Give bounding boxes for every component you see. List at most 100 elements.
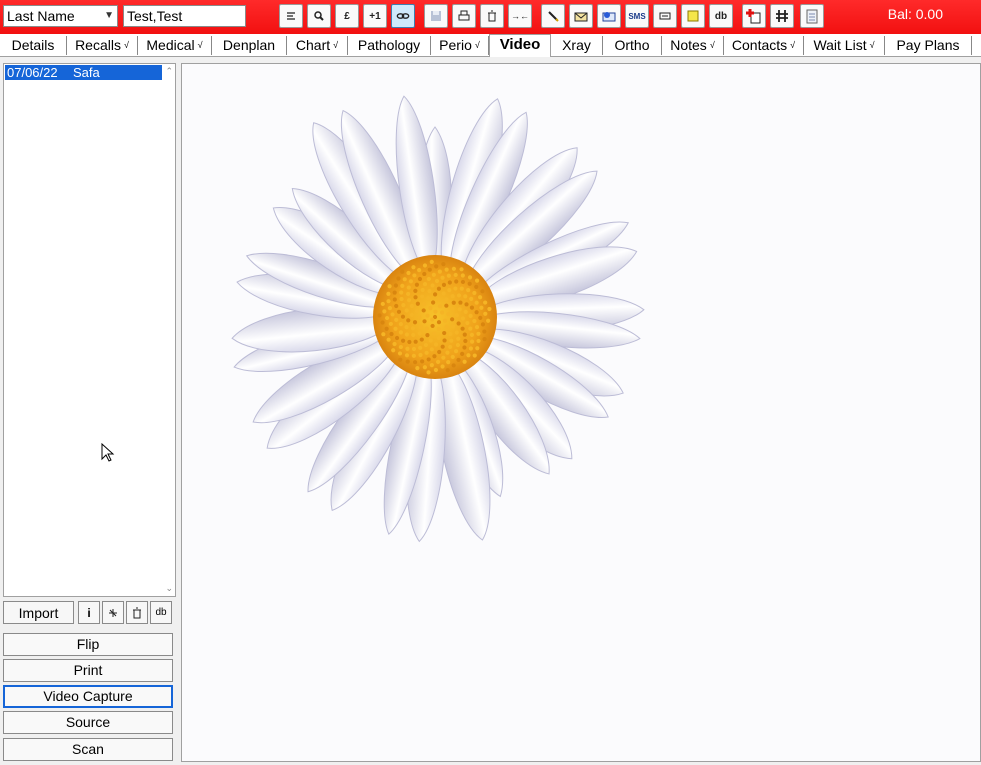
- tab-label: Xray: [562, 37, 591, 53]
- daisy-seed: [447, 288, 452, 293]
- daisy-seed: [423, 342, 429, 348]
- letter-button[interactable]: [569, 4, 593, 28]
- image-viewer[interactable]: [181, 63, 981, 762]
- daisy-seed: [455, 342, 461, 348]
- tab-label: Chart: [295, 37, 331, 53]
- rename-button[interactable]: [102, 601, 124, 624]
- video-list[interactable]: 07/06/22 Safa ⌃ ⌄: [3, 63, 176, 597]
- daisy-seed: [474, 278, 480, 283]
- plus-one-button[interactable]: +1: [363, 4, 387, 28]
- daisy-seed: [436, 326, 441, 332]
- merge-button[interactable]: →←: [508, 4, 532, 28]
- daisy-seed: [468, 313, 473, 318]
- tab-label: Wait List: [813, 37, 867, 53]
- daisy-seed: [483, 311, 488, 316]
- list-item[interactable]: 07/06/22 Safa: [5, 65, 162, 80]
- daisy-seed: [417, 267, 422, 273]
- medical-alert-button[interactable]: [742, 4, 766, 28]
- tab-chart[interactable]: Chart √: [287, 36, 348, 55]
- daisy-seed: [434, 278, 440, 284]
- database-video-button[interactable]: db: [150, 601, 172, 624]
- tab-pay-plans[interactable]: Pay Plans: [885, 36, 972, 55]
- daisy-seed: [410, 326, 416, 331]
- letter-icon: [574, 12, 588, 22]
- daisy-seed: [444, 297, 449, 302]
- daisy-seed: [394, 317, 399, 322]
- save-button[interactable]: [424, 4, 448, 28]
- daisy-seed: [432, 331, 437, 336]
- scroll-up-icon[interactable]: ⌃: [165, 66, 173, 77]
- link-button[interactable]: [391, 4, 415, 28]
- tab-pathology[interactable]: Pathology: [348, 36, 431, 55]
- daisy-seed: [415, 301, 420, 306]
- flip-button[interactable]: Flip: [3, 633, 173, 656]
- daisy-seed: [437, 349, 442, 355]
- daisy-seed: [476, 338, 481, 344]
- tab-medical[interactable]: Medical √: [138, 36, 212, 55]
- daisy-seed: [440, 275, 445, 280]
- finance-button[interactable]: £: [335, 4, 359, 28]
- tab-perio[interactable]: Perio √: [431, 36, 489, 55]
- search-mode-select[interactable]: Last Name ▼: [3, 5, 118, 27]
- import-button[interactable]: Import: [3, 601, 74, 624]
- delete-button[interactable]: [480, 4, 504, 28]
- tab-contacts[interactable]: Contacts √: [724, 36, 804, 55]
- pen-button[interactable]: [541, 4, 565, 28]
- daisy-seed: [430, 323, 435, 329]
- daisy-seed: [487, 306, 492, 312]
- clipboard-button[interactable]: [800, 4, 824, 28]
- daisy-seed: [427, 289, 432, 294]
- daisy-seed: [391, 348, 396, 353]
- daisy-seed: [468, 326, 473, 331]
- video-capture-button[interactable]: Video Capture: [3, 685, 173, 708]
- pound-icon: £: [344, 10, 350, 22]
- patient-name-value: Test,Test: [127, 8, 183, 24]
- note-button[interactable]: [681, 4, 705, 28]
- daisy-seed: [427, 267, 432, 272]
- card-button[interactable]: [653, 4, 677, 28]
- tab-details[interactable]: Details: [0, 36, 67, 55]
- search-button[interactable]: [307, 4, 331, 28]
- tab-wait-list[interactable]: Wait List √: [804, 36, 885, 55]
- daisy-seed: [408, 279, 414, 284]
- tab-video[interactable]: Video: [489, 34, 551, 57]
- tab-tick: √: [790, 40, 796, 50]
- grid-button[interactable]: [770, 4, 794, 28]
- scroll-down-icon[interactable]: ⌄: [165, 583, 173, 594]
- daisy-seed: [458, 300, 463, 305]
- daisy-seed: [479, 305, 484, 310]
- database-button[interactable]: db: [709, 4, 733, 28]
- tab-recalls[interactable]: Recalls √: [67, 36, 138, 55]
- tab-notes[interactable]: Notes √: [662, 36, 724, 55]
- scan-button[interactable]: Scan: [3, 738, 173, 761]
- sms-button[interactable]: SMS: [625, 4, 649, 28]
- daisy-seed: [476, 331, 481, 336]
- daisy-seed: [453, 349, 459, 354]
- source-button[interactable]: Source: [3, 711, 173, 734]
- patient-name-field[interactable]: Test,Test: [123, 5, 246, 27]
- daisy-seed: [441, 282, 447, 287]
- daisy-seed: [469, 339, 475, 344]
- tab-tick: √: [869, 40, 875, 50]
- daisy-seed: [418, 352, 423, 358]
- tab-ortho[interactable]: Ortho: [603, 36, 662, 55]
- daisy-seed: [444, 303, 449, 308]
- daisy-seed: [431, 300, 436, 305]
- daisy-seed: [466, 353, 471, 358]
- tab-denplan[interactable]: Denplan: [212, 36, 287, 55]
- list-button[interactable]: [279, 4, 303, 28]
- tab-xray[interactable]: Xray: [551, 36, 603, 55]
- daisy-seed: [426, 276, 431, 282]
- info-button[interactable]: i: [78, 601, 100, 624]
- delete-video-button[interactable]: [126, 601, 148, 624]
- daisy-seed: [431, 272, 436, 277]
- daisy-seed: [389, 331, 394, 337]
- daisy-seed: [422, 271, 427, 277]
- daisy-seed: [436, 297, 442, 302]
- daisy-seed: [407, 339, 412, 345]
- print-image-button[interactable]: Print: [3, 659, 173, 682]
- daisy-seed: [456, 293, 462, 298]
- print-button[interactable]: [452, 4, 476, 28]
- daisy-seed: [420, 359, 425, 364]
- email-button[interactable]: [597, 4, 621, 28]
